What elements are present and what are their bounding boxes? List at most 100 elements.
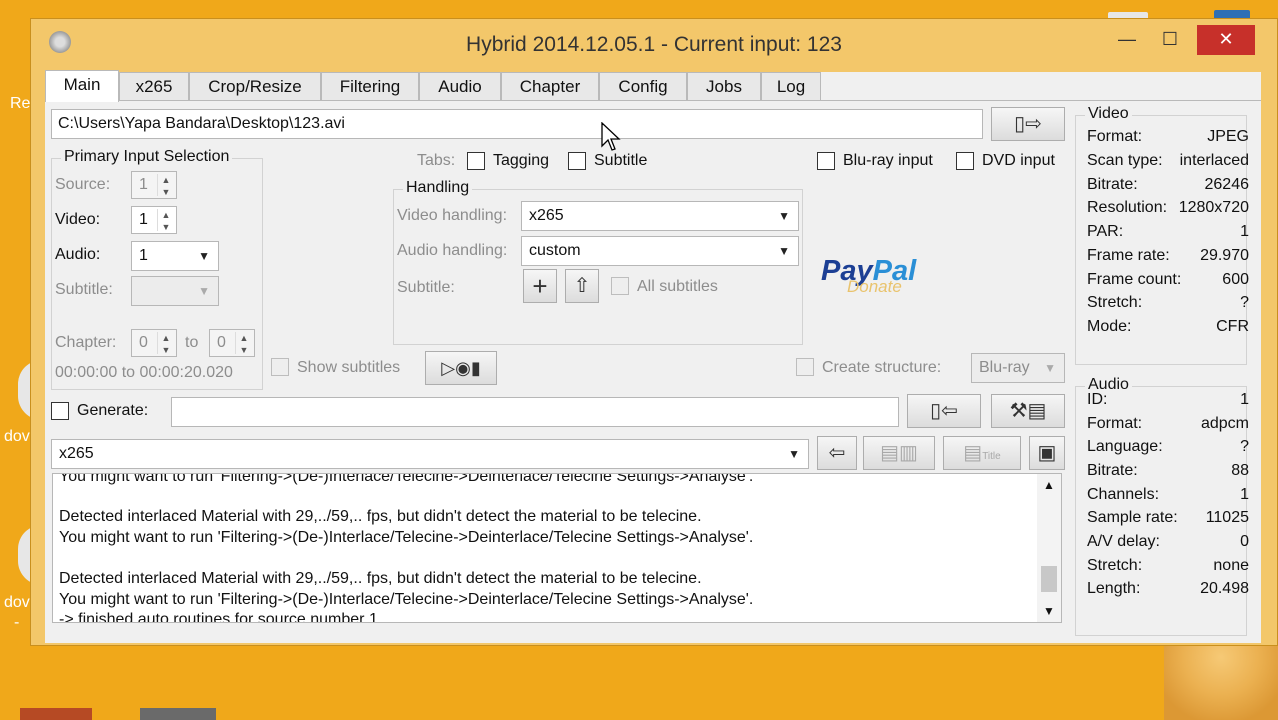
- tab-main[interactable]: Main: [45, 70, 119, 102]
- log-output[interactable]: You might want to run 'Filtering->(De-)I…: [52, 473, 1062, 623]
- audio-info-row: ID: 1: [1087, 391, 1249, 408]
- video-info-row: PAR: 1: [1087, 223, 1249, 240]
- tab-chapter[interactable]: Chapter: [501, 72, 599, 100]
- scroll-down-icon[interactable]: ▼: [1037, 604, 1061, 618]
- audio-select[interactable]: 1 ▼: [131, 241, 219, 271]
- log-line: Detected interlaced Material with 29,../…: [59, 570, 702, 587]
- book-icon: ▤▥: [880, 442, 918, 464]
- tagging-checkbox[interactable]: [467, 152, 485, 170]
- worker-icon: ⚒▤: [1009, 400, 1047, 422]
- job-profile-select[interactable]: x265 ▼: [51, 439, 809, 469]
- video-handling-label: Video handling:: [397, 207, 508, 224]
- video-handling-select[interactable]: x265 ▼: [521, 201, 799, 231]
- spinner-arrows-icon[interactable]: ▲ ▼: [157, 209, 174, 232]
- video-info-row: Frame rate: 29.970: [1087, 247, 1249, 264]
- tab-log[interactable]: Log: [761, 72, 821, 100]
- audio-info-row: Bitrate: 88: [1087, 462, 1249, 479]
- film-eye-icon: ▷◉▮: [441, 358, 481, 378]
- primary-input-title: Primary Input Selection: [61, 148, 233, 166]
- chevron-down-icon: ▼: [788, 447, 800, 461]
- dvd-input-checkbox[interactable]: [956, 152, 974, 170]
- tab-jobs[interactable]: Jobs: [687, 72, 761, 100]
- window-title: Hybrid 2014.12.05.1 - Current input: 123: [466, 33, 842, 56]
- output-arrow-icon: ▯⇦: [930, 400, 958, 422]
- add-subtitle-button[interactable]: +: [523, 269, 557, 303]
- audio-info-row: Channels: 1: [1087, 486, 1249, 503]
- show-subtitles-checkbox[interactable]: [271, 358, 289, 376]
- log-line: Detected interlaced Material with 29,../…: [59, 508, 702, 525]
- tab-crop-resize[interactable]: Crop/Resize: [189, 72, 321, 100]
- log-line: You might want to run 'Filtering->(De-)I…: [59, 473, 754, 485]
- scroll-thumb[interactable]: [1041, 566, 1057, 592]
- audio-handling-label: Audio handling:: [397, 242, 508, 259]
- plus-icon: +: [532, 271, 548, 301]
- minimize-button[interactable]: —: [1109, 25, 1145, 55]
- taskbar-thumb-icon[interactable]: [140, 708, 216, 720]
- chevron-down-icon: ▼: [1044, 361, 1056, 375]
- video-info-row: Mode: CFR: [1087, 318, 1249, 335]
- chevron-down-icon: ▼: [198, 284, 210, 298]
- subtitle-tab-checkbox[interactable]: [568, 152, 586, 170]
- move-up-subtitle-button[interactable]: ⇧: [565, 269, 599, 303]
- video-info-row: Stretch:?: [1087, 294, 1249, 311]
- tab-x265[interactable]: x265: [119, 72, 189, 100]
- maximize-button[interactable]: ☐: [1151, 25, 1189, 55]
- audio-info-row: Sample rate: 11025: [1087, 509, 1249, 526]
- desktop-label-4: -: [14, 614, 20, 631]
- all-subtitles-checkbox[interactable]: [611, 277, 629, 295]
- handling-title: Handling: [403, 179, 473, 197]
- back-button[interactable]: ⇦: [817, 436, 857, 470]
- arrow-left-icon: ⇦: [828, 442, 846, 464]
- bluray-input-checkbox[interactable]: [817, 152, 835, 170]
- queue-button[interactable]: ▣: [1029, 436, 1065, 470]
- output-browse-button[interactable]: ▯⇦: [907, 394, 981, 428]
- chapter-book-button[interactable]: ▤▥: [863, 436, 935, 470]
- subtitle-select[interactable]: ▼: [131, 276, 219, 306]
- spinner-arrows-icon[interactable]: ▲ ▼: [157, 174, 174, 197]
- generate-label: Generate:: [77, 402, 149, 419]
- paypal-donate-text: Donate: [847, 277, 902, 296]
- log-line: You might want to run 'Filtering->(De-)I…: [59, 591, 754, 608]
- scroll-up-icon[interactable]: ▲: [1037, 478, 1061, 492]
- tabs-label: Tabs:: [417, 152, 456, 169]
- tab-config[interactable]: Config: [599, 72, 687, 100]
- video-spinner[interactable]: 1 ▲ ▼: [131, 206, 177, 234]
- create-structure-checkbox[interactable]: [796, 358, 814, 376]
- audio-info-row: Length: 20.498: [1087, 580, 1249, 597]
- generate-checkbox[interactable]: [51, 402, 69, 420]
- close-button[interactable]: ✕: [1197, 25, 1255, 55]
- taskbar-thumb-icon[interactable]: [20, 708, 92, 720]
- handling-subtitle-label: Subtitle:: [397, 279, 455, 296]
- input-path-field[interactable]: C:\Users\Yapa Bandara\Desktop\123.avi: [51, 109, 983, 139]
- add-job-button[interactable]: ⚒▤: [991, 394, 1065, 428]
- preview-button[interactable]: ▷◉▮: [425, 351, 497, 385]
- tab-audio[interactable]: Audio: [419, 72, 501, 100]
- log-scrollbar[interactable]: ▲ ▼: [1037, 474, 1061, 622]
- title-button[interactable]: ▤Title: [943, 436, 1021, 470]
- chapter-from-spinner[interactable]: 0 ▲ ▼: [131, 329, 177, 357]
- audio-handling-select[interactable]: custom ▼: [521, 236, 799, 266]
- audio-info-row: Language:?: [1087, 438, 1249, 455]
- subtitle-tab-label: Subtitle: [594, 152, 648, 169]
- hybrid-window: Hybrid 2014.12.05.1 - Current input: 123…: [30, 18, 1278, 646]
- tagging-label: Tagging: [493, 152, 550, 169]
- desktop-label-2: dov: [4, 428, 30, 445]
- title-bar[interactable]: Hybrid 2014.12.05.1 - Current input: 123…: [31, 19, 1277, 69]
- source-spinner[interactable]: 1 ▲ ▼: [131, 171, 177, 199]
- structure-select[interactable]: Blu-ray ▼: [971, 353, 1065, 383]
- open-input-button[interactable]: ▯⇨: [991, 107, 1065, 141]
- chevron-down-icon: ▼: [198, 249, 210, 263]
- dvd-input-label: DVD input: [982, 152, 1055, 169]
- video-info-row: Format: JPEG: [1087, 128, 1249, 145]
- spinner-arrows-icon[interactable]: ▲ ▼: [235, 332, 252, 355]
- time-range-text: 00:00:00 to 00:00:20.020: [55, 364, 233, 381]
- chevron-down-icon: ▼: [778, 209, 790, 223]
- paypal-donate-logo[interactable]: PayPal Donate: [821, 255, 916, 296]
- chapter-to-spinner[interactable]: 0 ▲ ▼: [209, 329, 255, 357]
- create-structure-label: Create structure:: [822, 359, 942, 376]
- video-info-title: Video: [1085, 105, 1132, 123]
- mouse-cursor-icon: [601, 122, 621, 151]
- generate-output-field[interactable]: [171, 397, 899, 427]
- spinner-arrows-icon[interactable]: ▲ ▼: [157, 332, 174, 355]
- tab-filtering[interactable]: Filtering: [321, 72, 419, 100]
